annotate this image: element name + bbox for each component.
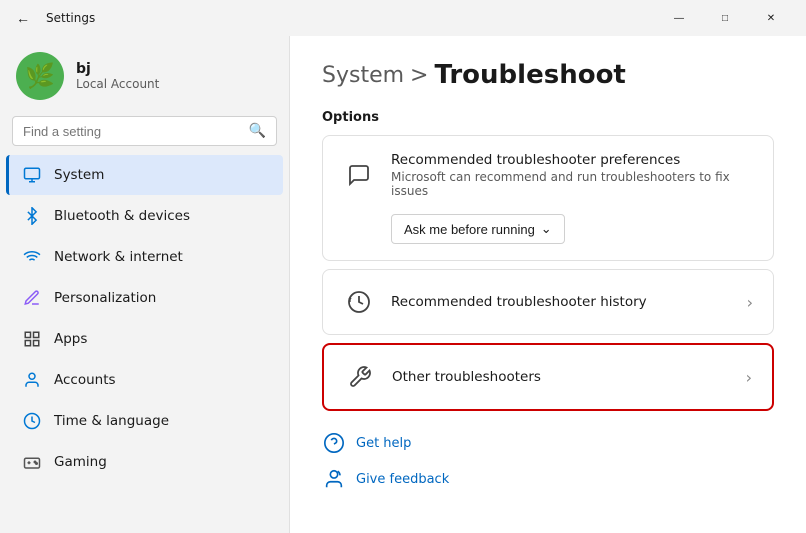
give-feedback-link[interactable]: Give feedback — [322, 467, 774, 491]
sidebar-item-personalization[interactable]: Personalization — [6, 278, 283, 318]
sidebar-item-bluetooth[interactable]: Bluetooth & devices — [6, 196, 283, 236]
sidebar-item-label-bluetooth: Bluetooth & devices — [54, 208, 190, 224]
give-feedback-label[interactable]: Give feedback — [356, 472, 449, 487]
time-icon — [22, 411, 42, 431]
apps-icon — [22, 329, 42, 349]
page-title: Troubleshoot — [434, 60, 625, 90]
chevron-right-icon: › — [747, 293, 753, 312]
chat-icon — [343, 159, 375, 191]
search-box[interactable]: 🔍 — [12, 116, 277, 146]
recommended-prefs-card: Recommended troubleshooter preferences M… — [322, 135, 774, 261]
get-help-label[interactable]: Get help — [356, 436, 411, 451]
give-feedback-icon — [322, 467, 346, 491]
breadcrumb: System > Troubleshoot — [322, 60, 774, 90]
recommended-prefs-title: Recommended troubleshooter preferences — [391, 152, 753, 168]
sidebar-item-gaming[interactable]: Gaming — [6, 442, 283, 482]
minimize-button[interactable]: — — [656, 0, 702, 36]
sidebar: 🌿 bj Local Account 🔍 System — [0, 36, 290, 533]
user-name: bj — [76, 61, 159, 77]
links-section: Get help Give feedback — [322, 431, 774, 491]
gaming-icon — [22, 452, 42, 472]
personalization-icon — [22, 288, 42, 308]
user-profile: 🌿 bj Local Account — [0, 44, 289, 116]
other-troubleshooters-card: Other troubleshooters › — [322, 343, 774, 411]
user-info: bj Local Account — [76, 61, 159, 91]
get-help-icon — [322, 431, 346, 455]
sidebar-item-label-apps: Apps — [54, 331, 87, 347]
other-troubleshooters-content: Other troubleshooters — [392, 369, 730, 385]
nav-list: System Bluetooth & devices Network & int… — [0, 154, 289, 533]
bluetooth-icon — [22, 206, 42, 226]
sidebar-item-apps[interactable]: Apps — [6, 319, 283, 359]
back-button[interactable]: ← — [12, 6, 34, 30]
avatar: 🌿 — [16, 52, 64, 100]
main-content: System > Troubleshoot Options Recommende… — [290, 36, 806, 533]
network-icon — [22, 247, 42, 267]
ask-before-running-dropdown[interactable]: Ask me before running ⌄ — [391, 214, 565, 244]
close-button[interactable]: ✕ — [748, 0, 794, 36]
maximize-button[interactable]: □ — [702, 0, 748, 36]
sidebar-item-label-network: Network & internet — [54, 249, 183, 265]
sidebar-item-label-gaming: Gaming — [54, 454, 107, 470]
other-troubleshooters-title: Other troubleshooters — [392, 369, 730, 385]
chevron-right-icon-2: › — [746, 368, 752, 387]
recommended-prefs-item[interactable]: Recommended troubleshooter preferences M… — [323, 136, 773, 214]
sidebar-item-label-system: System — [54, 167, 104, 183]
recommended-history-title: Recommended troubleshooter history — [391, 294, 731, 310]
section-label: Options — [322, 110, 774, 125]
search-icon: 🔍 — [249, 123, 266, 139]
history-icon — [343, 286, 375, 318]
title-bar: ← Settings — □ ✕ — [0, 0, 806, 36]
dropdown-label: Ask me before running — [404, 222, 535, 237]
recommended-history-content: Recommended troubleshooter history — [391, 294, 731, 310]
breadcrumb-parent: System — [322, 63, 404, 88]
get-help-link[interactable]: Get help — [322, 431, 774, 455]
sidebar-item-label-time: Time & language — [54, 413, 169, 429]
recommended-history-item[interactable]: Recommended troubleshooter history › — [323, 270, 773, 334]
avatar-icon: 🌿 — [25, 62, 55, 90]
chevron-down-icon: ⌄ — [541, 221, 552, 237]
app-title: Settings — [46, 11, 95, 25]
sidebar-item-time[interactable]: Time & language — [6, 401, 283, 441]
sidebar-item-label-accounts: Accounts — [54, 372, 116, 388]
system-icon — [22, 165, 42, 185]
search-input[interactable] — [23, 124, 241, 139]
breadcrumb-separator: > — [410, 63, 428, 88]
sidebar-item-system[interactable]: System — [6, 155, 283, 195]
app-body: 🌿 bj Local Account 🔍 System — [0, 36, 806, 533]
sidebar-item-accounts[interactable]: Accounts — [6, 360, 283, 400]
recommended-prefs-desc: Microsoft can recommend and run troubles… — [391, 170, 753, 198]
window-controls: — □ ✕ — [656, 0, 794, 36]
user-account-type: Local Account — [76, 77, 159, 91]
title-bar-left: ← Settings — [12, 6, 95, 30]
recommended-prefs-content: Recommended troubleshooter preferences M… — [391, 152, 753, 198]
recommended-history-card: Recommended troubleshooter history › — [322, 269, 774, 335]
wrench-icon — [344, 361, 376, 393]
sidebar-item-network[interactable]: Network & internet — [6, 237, 283, 277]
recommended-prefs-action: Ask me before running ⌄ — [323, 214, 773, 260]
accounts-icon — [22, 370, 42, 390]
other-troubleshooters-item[interactable]: Other troubleshooters › — [324, 345, 772, 409]
sidebar-item-label-personalization: Personalization — [54, 290, 156, 306]
